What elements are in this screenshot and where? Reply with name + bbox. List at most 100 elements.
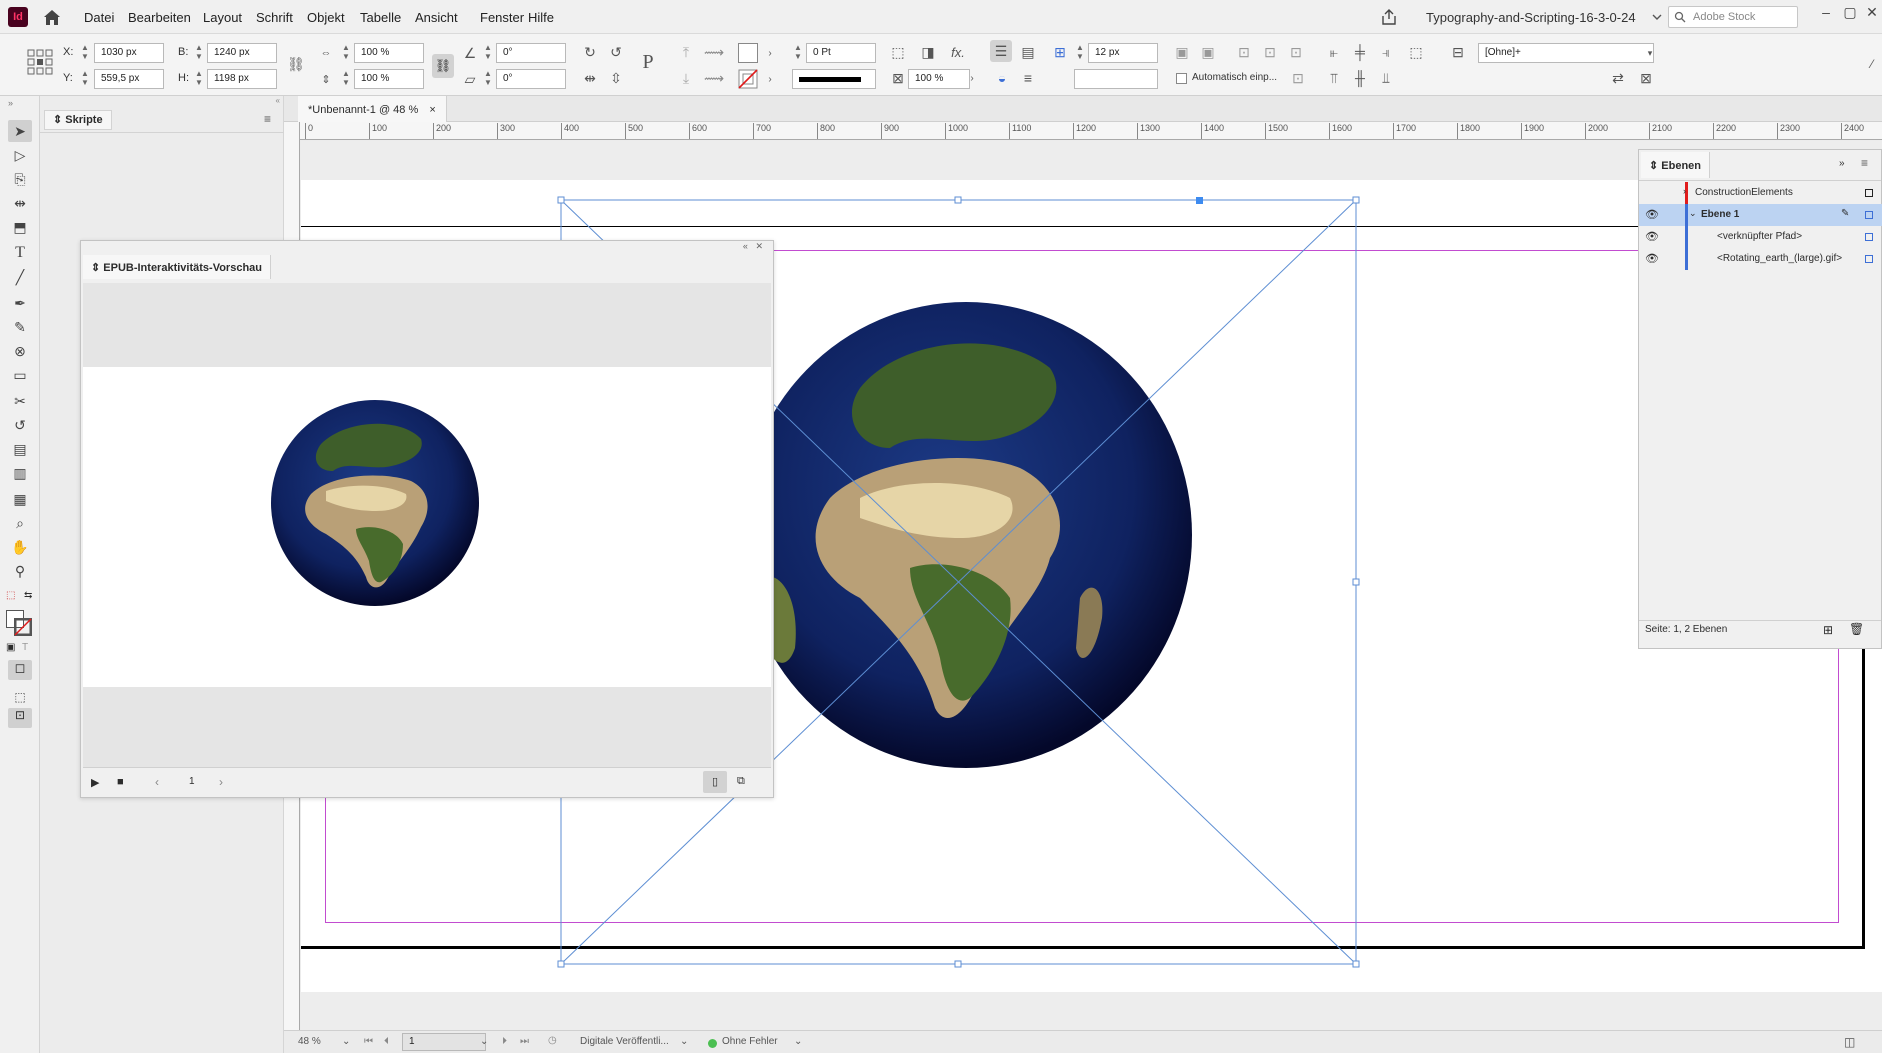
- first-page-icon[interactable]: ⏮: [364, 1036, 373, 1047]
- opacity-field[interactable]: 100 %: [908, 69, 970, 89]
- gradient-feather-tool[interactable]: ▥: [8, 462, 32, 484]
- align-center-h-icon[interactable]: ╪: [1350, 42, 1370, 62]
- scale-y-field[interactable]: 100 %: [354, 69, 424, 89]
- selection-square-icon[interactable]: [1865, 189, 1873, 197]
- text-wrap-shape-icon[interactable]: ◒: [992, 68, 1012, 88]
- text-wrap-bounding-icon[interactable]: ▤: [1018, 42, 1038, 62]
- selection-tool[interactable]: ➤: [8, 120, 32, 142]
- link-icon[interactable]: ⛓: [286, 54, 306, 74]
- menu-layout[interactable]: Layout: [203, 10, 242, 25]
- free-transform-tool[interactable]: ↺: [8, 414, 32, 436]
- normal-view-button[interactable]: ◻: [8, 660, 32, 680]
- preflight-mode[interactable]: Digitale Veröffentli...: [580, 1036, 669, 1047]
- expand-chevron-icon[interactable]: ›: [1683, 186, 1686, 196]
- delete-layer-icon[interactable]: 🗑: [1849, 622, 1864, 636]
- stroke-type-select[interactable]: [792, 69, 876, 89]
- rectangle-frame-tool[interactable]: ⊗: [8, 340, 32, 362]
- align-bottom-icon[interactable]: ⫫: [1376, 68, 1396, 88]
- errors-chevron-icon[interactable]: ⌄: [794, 1036, 802, 1047]
- preflight-icon[interactable]: ◷: [548, 1035, 557, 1046]
- fit-content-frame-icon[interactable]: ▣: [1172, 42, 1192, 62]
- swap-colors-icon[interactable]: ⇆: [24, 590, 32, 601]
- pencil-tool[interactable]: ✎: [8, 316, 32, 338]
- menu-bearbeiten[interactable]: Bearbeiten: [128, 10, 191, 25]
- y-spinner[interactable]: ▲ ▼: [79, 69, 91, 89]
- layer-row[interactable]: 👁 ⌄ Ebene 1 ✎: [1639, 204, 1882, 226]
- select-previous-icon[interactable]: ⟿: [704, 68, 724, 88]
- rotate-field[interactable]: 0°: [496, 43, 566, 63]
- layer-row[interactable]: 👁 <Rotating_earth_(large).gif>: [1639, 248, 1882, 270]
- gap-field[interactable]: 12 px: [1088, 43, 1158, 63]
- panel-options-icon[interactable]: ⁄: [1862, 54, 1882, 74]
- x-field[interactable]: 1030 px: [94, 43, 164, 63]
- expand-panel-icon[interactable]: »: [1839, 158, 1845, 169]
- previous-page-icon[interactable]: ‹: [155, 775, 159, 789]
- align-top-icon[interactable]: ⫪: [1324, 68, 1344, 88]
- share-icon[interactable]: [1380, 8, 1398, 26]
- distribute-icon[interactable]: ⬚: [1406, 42, 1426, 62]
- corner-style-select[interactable]: [1074, 69, 1158, 89]
- collapse-tools-icon[interactable]: »: [8, 98, 13, 108]
- document-tab[interactable]: *Unbenannt-1 @ 48 % ×: [298, 96, 447, 122]
- scale-x-field[interactable]: 100 %: [354, 43, 424, 63]
- prev-page-icon[interactable]: ⏴: [384, 1036, 389, 1047]
- stroke-weight-spinner[interactable]: ▲ ▼: [792, 43, 804, 63]
- object-style-chevron-icon[interactable]: ▾: [1640, 43, 1660, 63]
- object-style-select[interactable]: [Ohne]+: [1478, 43, 1654, 63]
- hand-tool[interactable]: ✋: [8, 536, 32, 558]
- stroke-color-box[interactable]: [14, 618, 32, 636]
- x-spinner[interactable]: ▲ ▼: [79, 43, 91, 63]
- opacity-chevron-icon[interactable]: ›: [962, 68, 982, 88]
- flip-vertical-icon[interactable]: ⇳: [606, 68, 626, 88]
- close-tab-icon[interactable]: ×: [429, 104, 435, 116]
- select-next-icon[interactable]: ⟿: [704, 42, 724, 62]
- layers-menu-icon[interactable]: ≡: [1861, 156, 1868, 170]
- direct-selection-tool[interactable]: ▷: [8, 144, 32, 166]
- rotate-ccw-icon[interactable]: ↺: [606, 42, 626, 62]
- scale-y-spinner[interactable]: ▲ ▼: [340, 69, 352, 89]
- frame-fitting-icon[interactable]: ⬚: [888, 42, 908, 62]
- width-spinner[interactable]: ▲ ▼: [193, 43, 205, 63]
- new-layer-icon[interactable]: ⊞: [1823, 623, 1833, 637]
- flip-horizontal-icon[interactable]: ⇹: [580, 68, 600, 88]
- scissors-tool[interactable]: ✂: [8, 390, 32, 412]
- collapse-icon[interactable]: «: [743, 241, 748, 251]
- next-page-icon[interactable]: ›: [219, 775, 223, 789]
- scale-x-spinner[interactable]: ▲ ▼: [340, 43, 352, 63]
- drop-shadow-icon[interactable]: ◨: [918, 42, 938, 62]
- text-wrap-jump-icon[interactable]: ≡: [1018, 68, 1038, 88]
- note-tool[interactable]: ▦: [8, 488, 32, 510]
- gap-spinner[interactable]: ▲ ▼: [1074, 43, 1086, 63]
- rotate-spinner[interactable]: ▲ ▼: [482, 43, 494, 63]
- preview-selection-button[interactable]: ▯: [703, 771, 727, 793]
- close-window-button[interactable]: ✕: [1860, 4, 1882, 21]
- home-icon[interactable]: [42, 8, 62, 26]
- zoom-tool[interactable]: ⚲: [8, 560, 32, 582]
- page-number-field[interactable]: 1: [402, 1033, 486, 1051]
- direct-selection-p-icon[interactable]: P: [638, 51, 658, 73]
- eyedropper-tool[interactable]: ⌕: [8, 512, 32, 534]
- y-field[interactable]: 559,5 px: [94, 69, 164, 89]
- scripts-tab[interactable]: ⇕ Skripte: [44, 110, 112, 130]
- preview-mode-icon[interactable]: ⬚: [8, 686, 32, 708]
- last-page-icon[interactable]: ⏭: [520, 1036, 529, 1047]
- page-tool[interactable]: ⎘: [8, 168, 32, 190]
- selection-square-icon[interactable]: [1865, 233, 1873, 241]
- formatting-container-icon[interactable]: ▣: [6, 642, 15, 653]
- close-panel-icon[interactable]: ✕: [755, 241, 763, 251]
- fit-proportional-icon[interactable]: ⊡: [1286, 42, 1306, 62]
- rectangle-tool[interactable]: ▭: [8, 364, 32, 386]
- height-field[interactable]: 1198 px: [207, 69, 277, 89]
- layer-row[interactable]: 👁 <verknüpfter Pfad>: [1639, 226, 1882, 248]
- effects-fx-icon[interactable]: fx.: [948, 42, 968, 62]
- center-content-icon[interactable]: ⊡: [1234, 42, 1254, 62]
- split-window-icon[interactable]: ◫: [1844, 1035, 1855, 1049]
- rotate-cw-icon[interactable]: ↻: [580, 42, 600, 62]
- fill-frame-icon[interactable]: ⊡: [1260, 42, 1280, 62]
- menu-objekt[interactable]: Objekt: [307, 10, 345, 25]
- auto-fit-checkbox[interactable]: [1176, 73, 1187, 84]
- menu-datei[interactable]: Datei: [84, 10, 114, 25]
- content-aware-fit-icon[interactable]: ⊡: [1288, 68, 1308, 88]
- stop-icon[interactable]: ■: [117, 776, 124, 788]
- line-tool[interactable]: ╱: [8, 266, 32, 288]
